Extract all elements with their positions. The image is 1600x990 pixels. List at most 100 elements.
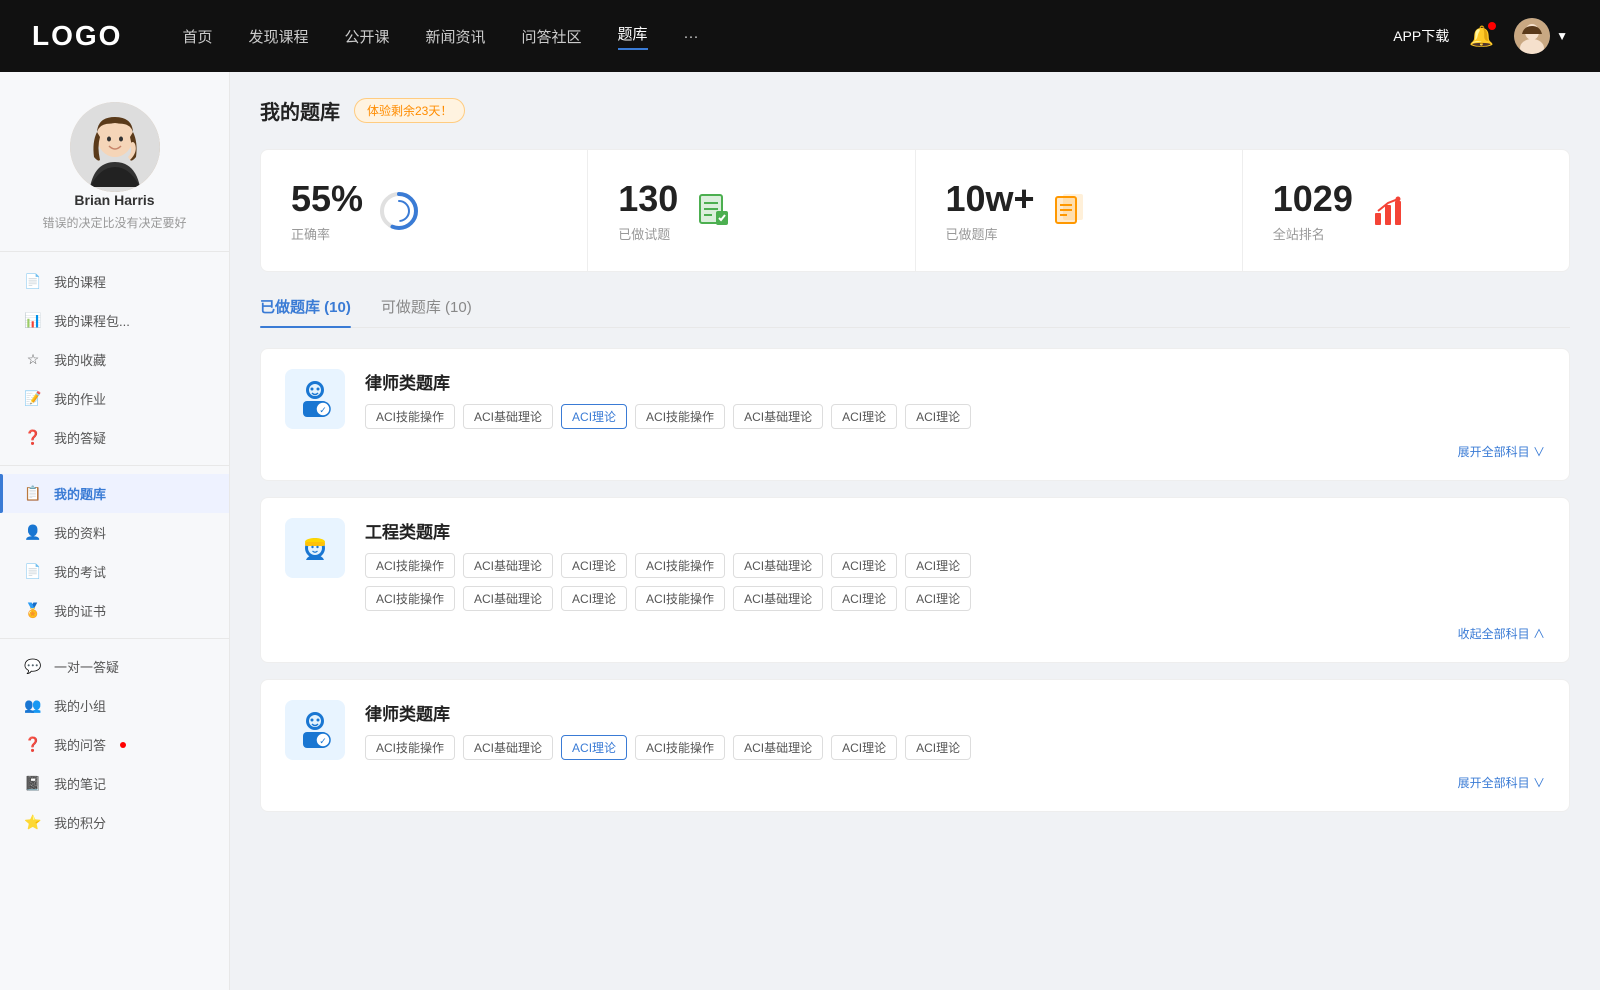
profile-icon: 👤 [24, 524, 42, 541]
sidebar-item-label: 我的笔记 [54, 774, 106, 793]
tag-item[interactable]: ACI理论 [831, 735, 897, 760]
tag-item[interactable]: ACI理论 [831, 553, 897, 578]
nav-home[interactable]: 首页 [182, 26, 212, 47]
expand-link-3[interactable]: 展开全部科目 ∨ [285, 774, 1545, 791]
sidebar-menu: 📄 我的课程 📊 我的课程包... ☆ 我的收藏 📝 我的作业 ❓ 我的答疑 � [0, 252, 229, 852]
stat-ranking-value: 1029 [1273, 178, 1353, 220]
courses-icon: 📄 [24, 273, 42, 290]
tag-item[interactable]: ACI基础理论 [733, 735, 823, 760]
sidebar-item-label: 我的证书 [54, 601, 106, 620]
tag-item[interactable]: ACI技能操作 [365, 553, 455, 578]
tag-item[interactable]: ACI理论 [831, 404, 897, 429]
sidebar-item-notes[interactable]: 📓 我的笔记 [0, 764, 229, 803]
qa-icon: ❓ [24, 429, 42, 446]
sidebar-item-groups[interactable]: 👥 我的小组 [0, 686, 229, 725]
nav-more[interactable]: ··· [684, 28, 699, 45]
svg-text:✓: ✓ [319, 736, 327, 746]
sidebar-item-courses[interactable]: 📄 我的课程 [0, 262, 229, 301]
qbank-lawyer2-title: 律师类题库 [365, 700, 1545, 725]
collapse-link-2[interactable]: 收起全部科目 ∧ [285, 625, 1545, 642]
tab-available[interactable]: 可做题库 (10) [381, 296, 472, 327]
groups-icon: 👥 [24, 697, 42, 714]
qbank-icon: 📋 [24, 485, 42, 502]
nav-news[interactable]: 新闻资讯 [426, 26, 486, 47]
tag-item[interactable]: ACI理论 [905, 553, 971, 578]
stat-questions-done: 130 已做试题 [588, 150, 915, 271]
tag-item[interactable]: ACI理论 [561, 586, 627, 611]
notes-icon: 📓 [24, 775, 42, 792]
qbank-tabs: 已做题库 (10) 可做题库 (10) [260, 296, 1570, 328]
user-avatar [1514, 18, 1550, 54]
sidebar-item-label: 我的积分 [54, 813, 106, 832]
qbank-engineer-header: 工程类题库 ACI技能操作 ACI基础理论 ACI理论 ACI技能操作 ACI基… [285, 518, 1545, 611]
sidebar-item-course-packages[interactable]: 📊 我的课程包... [0, 301, 229, 340]
sidebar-item-certificates[interactable]: 🏅 我的证书 [0, 591, 229, 630]
qbank-lawyer-info: 律师类题库 ACI技能操作 ACI基础理论 ACI理论 ACI技能操作 ACI基… [365, 369, 1545, 429]
tag-item[interactable]: ACI技能操作 [635, 735, 725, 760]
stat-qbank-done: 10w+ 已做题库 [916, 150, 1243, 271]
nav-qa[interactable]: 问答社区 [522, 26, 582, 47]
stat-ranking-content: 1029 全站排名 [1273, 178, 1353, 243]
sidebar-item-exams[interactable]: 📄 我的考试 [0, 552, 229, 591]
sidebar-item-label: 我的答疑 [54, 428, 106, 447]
tag-item[interactable]: ACI基础理论 [733, 586, 823, 611]
stats-row: 55% 正确率 130 已做试题 [260, 149, 1570, 272]
favorites-icon: ☆ [24, 351, 42, 368]
sidebar-item-label: 我的问答 [54, 735, 106, 754]
tag-item[interactable]: ACI基础理论 [733, 553, 823, 578]
questions-dot [120, 742, 126, 748]
stat-accuracy-value: 55% [291, 178, 363, 220]
stat-accuracy-icon [379, 191, 419, 231]
sidebar-item-favorites[interactable]: ☆ 我的收藏 [0, 340, 229, 379]
tag-item[interactable]: ACI技能操作 [365, 404, 455, 429]
tag-item[interactable]: ACI技能操作 [365, 586, 455, 611]
sidebar-item-1on1[interactable]: 💬 一对一答疑 [0, 647, 229, 686]
sidebar-item-points[interactable]: ⭐ 我的积分 [0, 803, 229, 842]
tag-item[interactable]: ACI技能操作 [635, 586, 725, 611]
tag-item[interactable]: ACI理论 [831, 586, 897, 611]
user-avatar-menu[interactable]: ▼ [1514, 18, 1568, 54]
tag-item[interactable]: ACI技能操作 [365, 735, 455, 760]
sidebar-item-questions[interactable]: ❓ 我的问答 [0, 725, 229, 764]
notification-bell[interactable]: 🔔 [1469, 24, 1494, 49]
stat-questions-value: 130 [618, 178, 678, 220]
tag-item[interactable]: ACI基础理论 [463, 586, 553, 611]
tag-item[interactable]: ACI理论 [905, 404, 971, 429]
tag-item[interactable]: ACI理论 [905, 586, 971, 611]
main-content: 我的题库 体验剩余23天！ 55% 正确率 [230, 72, 1600, 990]
tag-item-active[interactable]: ACI理论 [561, 735, 627, 760]
stat-accuracy-label: 正确率 [291, 224, 363, 243]
stat-questions-done-content: 130 已做试题 [618, 178, 678, 243]
qbank-lawyer-title: 律师类题库 [365, 369, 1545, 394]
tab-done[interactable]: 已做题库 (10) [260, 296, 351, 327]
nav-open-course[interactable]: 公开课 [344, 26, 389, 47]
tag-item[interactable]: ACI理论 [561, 553, 627, 578]
nav-discover[interactable]: 发现课程 [248, 26, 308, 47]
trial-badge: 体验剩余23天！ [354, 98, 465, 123]
sidebar-item-label: 我的考试 [54, 562, 106, 581]
tag-item[interactable]: ACI基础理论 [733, 404, 823, 429]
sidebar-item-homework[interactable]: 📝 我的作业 [0, 379, 229, 418]
qbank-lawyer2-info: 律师类题库 ACI技能操作 ACI基础理论 ACI理论 ACI技能操作 ACI基… [365, 700, 1545, 760]
sidebar-item-qbank[interactable]: 📋 我的题库 [0, 474, 229, 513]
top-navigation: LOGO 首页 发现课程 公开课 新闻资讯 问答社区 题库 ··· APP下载 … [0, 0, 1600, 72]
tag-item[interactable]: ACI技能操作 [635, 553, 725, 578]
sidebar-motto: 错误的决定比没有决定要好 [42, 214, 186, 231]
tag-item[interactable]: ACI基础理论 [463, 404, 553, 429]
sidebar-profile: Brian Harris 错误的决定比没有决定要好 [0, 72, 229, 252]
stat-ranking-icon [1369, 191, 1409, 231]
homework-icon: 📝 [24, 390, 42, 407]
nav-qbank[interactable]: 题库 [618, 23, 648, 50]
stat-qbank-icon [1051, 191, 1091, 231]
tag-item-active[interactable]: ACI理论 [561, 404, 627, 429]
tag-item[interactable]: ACI基础理论 [463, 553, 553, 578]
qbank-engineer-tags-row2: ACI技能操作 ACI基础理论 ACI理论 ACI技能操作 ACI基础理论 AC… [365, 586, 1545, 611]
tag-item[interactable]: ACI基础理论 [463, 735, 553, 760]
tag-item[interactable]: ACI理论 [905, 735, 971, 760]
sidebar-item-profile[interactable]: 👤 我的资料 [0, 513, 229, 552]
expand-link-1[interactable]: 展开全部科目 ∨ [285, 443, 1545, 460]
app-download-btn[interactable]: APP下载 [1393, 26, 1449, 46]
sidebar: Brian Harris 错误的决定比没有决定要好 📄 我的课程 📊 我的课程包… [0, 72, 230, 990]
sidebar-item-qa[interactable]: ❓ 我的答疑 [0, 418, 229, 457]
tag-item[interactable]: ACI技能操作 [635, 404, 725, 429]
